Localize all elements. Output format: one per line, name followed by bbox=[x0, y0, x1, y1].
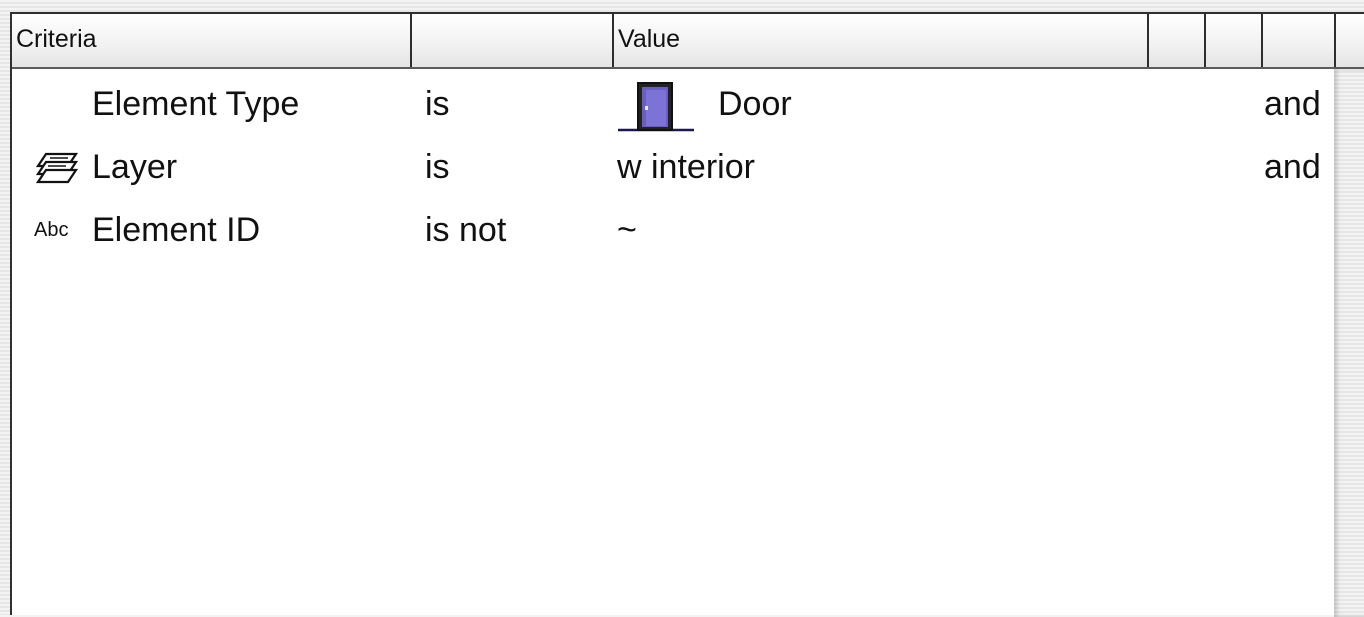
operator-value[interactable]: is bbox=[425, 136, 450, 198]
criteria-table: Criteria Value Element Type is Door and … bbox=[10, 12, 1364, 617]
layer-icon bbox=[36, 152, 78, 184]
conjunction-label[interactable]: and bbox=[1264, 73, 1321, 135]
criteria-value[interactable]: Door bbox=[718, 73, 792, 135]
column-header-value[interactable]: Value bbox=[614, 14, 1149, 67]
criteria-value[interactable]: w interior bbox=[617, 136, 755, 198]
criteria-label: Element ID bbox=[92, 211, 261, 249]
conjunction-label[interactable]: and bbox=[1264, 136, 1321, 198]
column-header-criteria[interactable]: Criteria bbox=[12, 14, 412, 67]
table-row[interactable]: Layer is w interior and bbox=[12, 136, 1332, 198]
column-header-operator[interactable] bbox=[412, 14, 614, 67]
table-row[interactable]: Abc Element ID is not ~ bbox=[12, 199, 1332, 261]
table-row[interactable]: Element Type is Door and bbox=[12, 73, 1332, 135]
scrollbar-track[interactable] bbox=[1334, 69, 1364, 617]
operator-value[interactable]: is bbox=[425, 73, 450, 135]
criteria-label: Element Type bbox=[92, 85, 300, 123]
criteria-label: Layer bbox=[92, 148, 178, 186]
criteria-value[interactable]: ~ bbox=[617, 199, 637, 261]
column-header-extra-3[interactable] bbox=[1263, 14, 1336, 67]
table-header: Criteria Value bbox=[12, 14, 1364, 69]
column-header-extra-2[interactable] bbox=[1206, 14, 1263, 67]
column-header-extra-1[interactable] bbox=[1149, 14, 1206, 67]
door-icon bbox=[618, 82, 694, 132]
operator-value[interactable]: is not bbox=[425, 199, 506, 261]
abc-text-icon: Abc bbox=[34, 219, 69, 241]
